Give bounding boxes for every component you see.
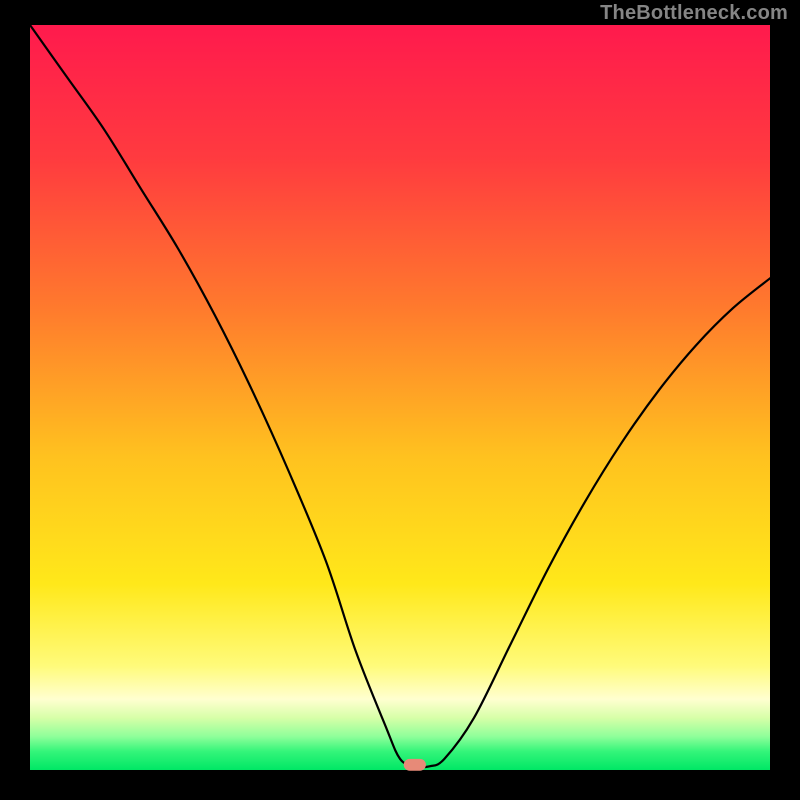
optimal-marker	[404, 759, 426, 771]
plot-background	[30, 25, 770, 770]
watermark-text: TheBottleneck.com	[600, 2, 788, 25]
bottleneck-chart	[0, 0, 800, 800]
chart-container: TheBottleneck.com	[0, 0, 800, 800]
